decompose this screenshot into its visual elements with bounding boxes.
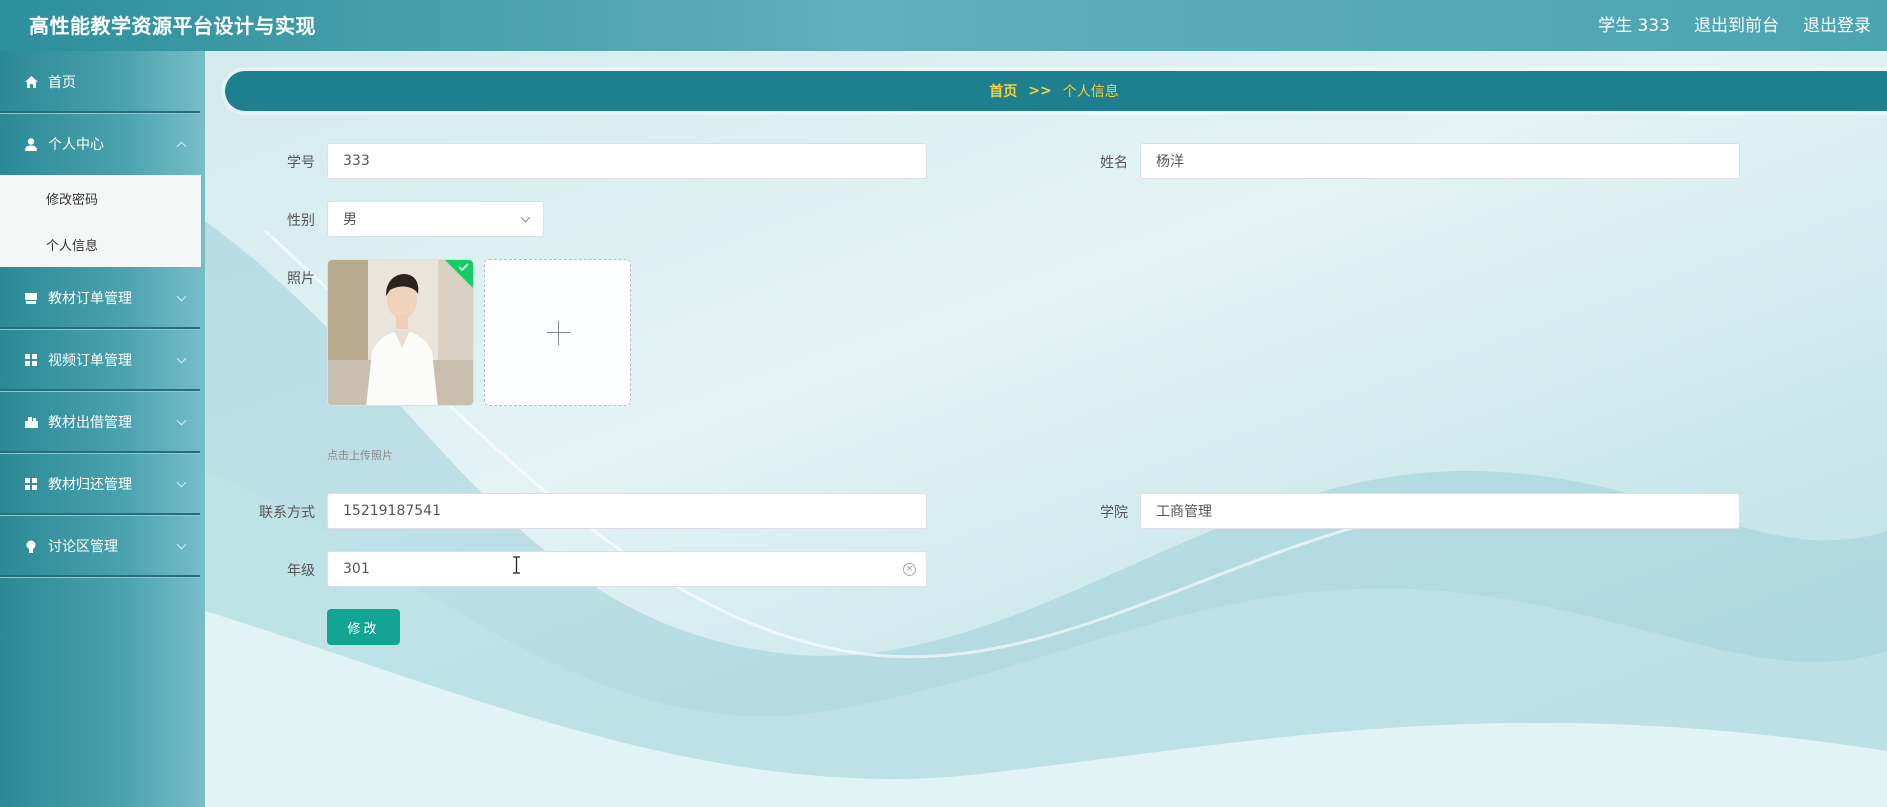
sidebar-item-label: 教材归还管理	[48, 477, 132, 493]
student-id-label: 学号	[287, 155, 315, 171]
chevron-down-icon	[176, 415, 187, 426]
sidebar-item-label: 个人中心	[48, 137, 104, 153]
plus-icon-vertical	[558, 321, 559, 345]
breadcrumb-separator: >>	[1028, 83, 1052, 99]
name-label: 姓名	[1100, 155, 1128, 171]
name-value: 杨洋	[1156, 154, 1184, 170]
clear-icon[interactable]: ×	[903, 563, 916, 576]
sidebar-item-textbook-orders[interactable]: 教材订单管理	[0, 267, 205, 329]
logout-link[interactable]: 退出登录	[1803, 11, 1871, 36]
sidebar-item-home[interactable]: 首页	[0, 51, 205, 113]
college-value: 工商管理	[1156, 504, 1212, 520]
chevron-down-icon	[176, 539, 187, 550]
home-icon	[24, 75, 38, 89]
header-actions: 学生 333 退出到前台 退出登录	[1598, 11, 1871, 36]
sidebar-item-discussion[interactable]: 讨论区管理	[0, 515, 205, 577]
top-header: 高性能教学资源平台设计与实现 学生 333 退出到前台 退出登录	[0, 0, 1887, 51]
gender-value: 男	[343, 212, 357, 228]
college-label: 学院	[1100, 505, 1128, 521]
photo-upload-button[interactable]	[484, 259, 631, 406]
profile-photo[interactable]	[327, 259, 474, 406]
grid-icon	[24, 353, 38, 367]
breadcrumb: 首页 >> 个人信息	[225, 71, 1887, 111]
bulb-icon	[24, 539, 38, 553]
user-label: 学生 333	[1598, 16, 1670, 36]
name-field[interactable]: 杨洋	[1140, 143, 1740, 179]
chevron-up-icon	[176, 141, 187, 152]
app-title: 高性能教学资源平台设计与实现	[29, 14, 316, 38]
back-to-front-link[interactable]: 退出到前台	[1694, 11, 1779, 36]
sidebar-item-textbook-lending[interactable]: 教材出借管理	[0, 391, 205, 453]
gender-select[interactable]: 男	[327, 201, 544, 237]
upload-success-badge-icon	[445, 260, 473, 288]
sidebar-item-video-orders[interactable]: 视频订单管理	[0, 329, 205, 391]
sidebar-item-label: 教材出借管理	[48, 415, 132, 431]
sidebar-item-personal-center[interactable]: 个人中心	[0, 113, 205, 175]
sidebar-item-label: 首页	[48, 75, 76, 91]
sidebar-item-label: 教材订单管理	[48, 291, 132, 307]
lend-icon	[24, 415, 38, 429]
chevron-down-icon	[176, 353, 187, 364]
sidebar-item-label: 讨论区管理	[48, 539, 118, 555]
text-cursor-icon	[513, 556, 520, 574]
sidebar-item-textbook-return[interactable]: 教材归还管理	[0, 453, 205, 515]
grade-label: 年级	[287, 563, 315, 579]
submit-button[interactable]: 修改	[327, 609, 400, 645]
grade-value: 301	[343, 561, 370, 577]
personal-center-submenu: 修改密码 个人信息	[0, 175, 201, 267]
photo-label: 照片	[287, 271, 315, 287]
chevron-down-icon	[176, 477, 187, 488]
plus-icon	[547, 332, 571, 333]
book-icon	[24, 291, 38, 305]
upload-tip: 点击上传照片	[327, 449, 393, 462]
phone-label: 联系方式	[259, 505, 315, 521]
student-id-field[interactable]: 333	[327, 143, 927, 179]
submenu-item-change-password[interactable]: 修改密码	[0, 175, 201, 221]
grade-field[interactable]: 301 ×	[327, 551, 927, 587]
user-icon	[24, 137, 38, 151]
college-field[interactable]: 工商管理	[1140, 493, 1740, 529]
submenu-item-personal-info[interactable]: 个人信息	[0, 221, 201, 267]
breadcrumb-current: 个人信息	[1062, 84, 1119, 100]
breadcrumb-home[interactable]: 首页	[989, 81, 1017, 101]
phone-value: 15219187541	[343, 503, 441, 519]
chevron-down-icon	[176, 291, 187, 302]
student-id-value: 333	[343, 153, 370, 169]
sidebar: 首页 个人中心 修改密码 个人信息 教材订单管理 视频订单管理 教材出借管理 教…	[0, 51, 205, 807]
chevron-down-icon	[520, 212, 531, 223]
divider	[0, 575, 200, 577]
grid-icon	[24, 477, 38, 491]
phone-field[interactable]: 15219187541	[327, 493, 927, 529]
gender-label: 性别	[287, 213, 315, 229]
sidebar-item-label: 视频订单管理	[48, 353, 132, 369]
